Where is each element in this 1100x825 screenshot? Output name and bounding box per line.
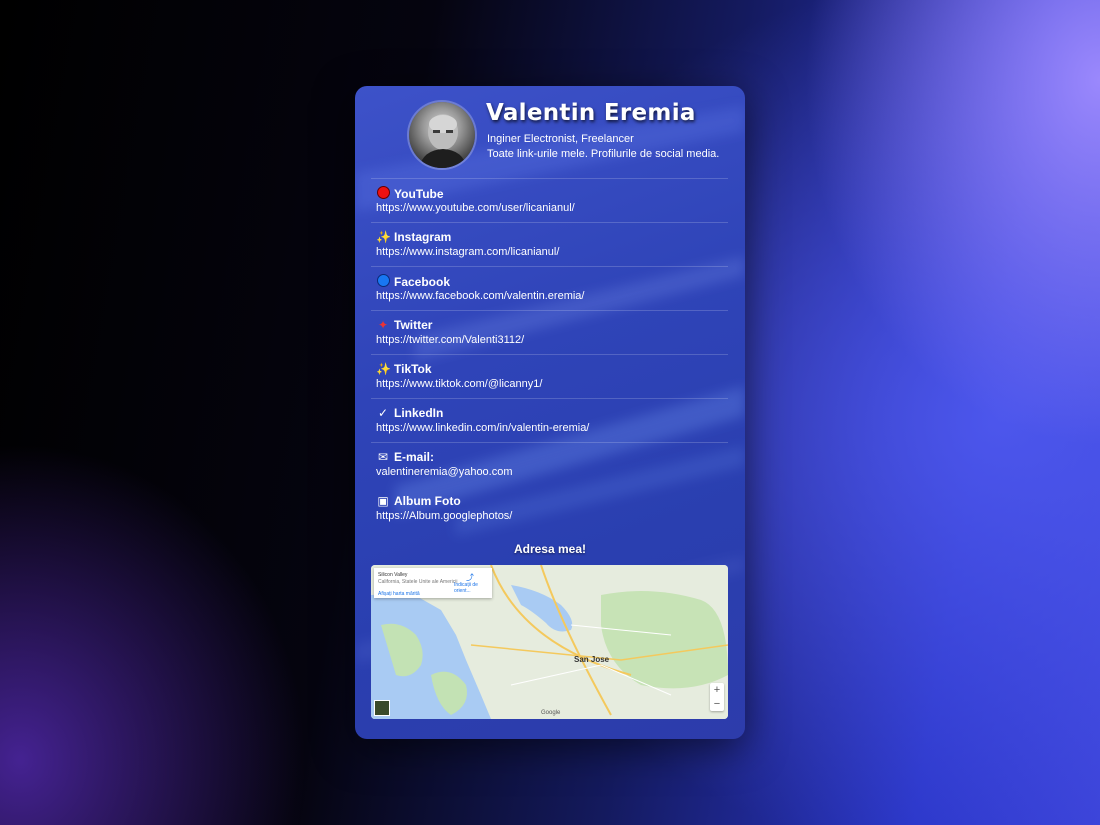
link-url: https://www.linkedin.com/in/valentin-ere… bbox=[376, 422, 590, 434]
link-title: ✉ E-mail: bbox=[377, 450, 435, 464]
link-youtube[interactable]: YouTube https://www.youtube.com/user/lic… bbox=[376, 186, 726, 226]
divider bbox=[371, 266, 728, 267]
sparkles-icon: ✨ bbox=[376, 362, 391, 376]
link-title: ✨ Instagram bbox=[376, 230, 452, 244]
directions-link[interactable]: Indicații de orient... bbox=[454, 582, 492, 594]
directions-icon[interactable]: ⤴ bbox=[466, 572, 474, 583]
red-circle-icon bbox=[376, 186, 390, 201]
divider bbox=[371, 354, 728, 355]
link-linkedin[interactable]: ✓ LinkedIn https://www.linkedin.com/in/va… bbox=[376, 406, 726, 446]
divider bbox=[371, 222, 728, 223]
link-title: ✓ LinkedIn bbox=[377, 406, 444, 420]
address-title: Adresa mea! bbox=[513, 542, 587, 556]
link-url: https://www.facebook.com/valentin.eremia… bbox=[376, 290, 585, 302]
profile-header: Valentin Eremia Inginer Electronist, Fre… bbox=[355, 86, 745, 178]
link-twitter[interactable]: ✦ Twitter https://twitter.com/Valenti3112… bbox=[376, 318, 726, 358]
avatar bbox=[409, 102, 475, 168]
zoom-out-button[interactable]: − bbox=[710, 697, 724, 711]
divider bbox=[371, 178, 728, 179]
divider bbox=[371, 310, 728, 311]
link-facebook[interactable]: Facebook https://www.facebook.com/valent… bbox=[376, 274, 726, 314]
divider bbox=[371, 442, 728, 443]
link-title: ✨ TikTok bbox=[376, 362, 432, 376]
divider bbox=[371, 398, 728, 399]
map-satellite-toggle-icon[interactable] bbox=[374, 700, 390, 716]
link-title: Facebook bbox=[376, 274, 450, 289]
link-title: YouTube bbox=[376, 186, 444, 201]
profile-card: Valentin Eremia Inginer Electronist, Fre… bbox=[355, 86, 745, 739]
sparkles-icon: ✨ bbox=[376, 230, 391, 244]
link-title: ▣ Album Foto bbox=[377, 494, 461, 508]
link-url: https://www.tiktok.com/@licanny1/ bbox=[376, 378, 543, 390]
camera-icon: ▣ bbox=[377, 494, 389, 508]
map-zoom-controls[interactable]: + − bbox=[710, 683, 724, 711]
link-email[interactable]: ✉ E-mail: valentineremia@yahoo.com bbox=[376, 450, 726, 490]
link-url: valentineremia@yahoo.com bbox=[376, 466, 513, 478]
profile-subtitle: Inginer Electronist, Freelancer bbox=[487, 133, 634, 145]
map-attribution: Google bbox=[541, 710, 561, 716]
envelope-icon: ✉ bbox=[377, 450, 389, 464]
map-city-label: San Jose bbox=[574, 655, 610, 664]
larger-map-link[interactable]: Afișați harta mărită bbox=[378, 591, 420, 597]
map-place-name: Silicon Valley bbox=[378, 572, 408, 578]
link-title: ✦ Twitter bbox=[377, 318, 433, 332]
blue-circle-icon bbox=[376, 274, 390, 289]
profile-name: Valentin Eremia bbox=[486, 100, 696, 126]
embedded-map[interactable]: San Jose Silicon Valley California, Stat… bbox=[371, 565, 728, 719]
link-url: https://Album.googlephotos/ bbox=[376, 510, 513, 522]
link-url: https://www.youtube.com/user/licanianul/ bbox=[376, 202, 575, 214]
profile-description: Toate link-urile mele. Profilurile de so… bbox=[487, 148, 720, 160]
map-place-detail: California, Statele Unite ale Americii bbox=[378, 579, 458, 585]
link-url: https://www.instagram.com/licanianul/ bbox=[376, 246, 560, 258]
link-album-foto[interactable]: ▣ Album Foto https://Album.googlephotos/ bbox=[376, 494, 726, 534]
link-url: https://twitter.com/Valenti3112/ bbox=[376, 334, 525, 346]
bird-icon: ✦ bbox=[377, 318, 389, 332]
link-instagram[interactable]: ✨ Instagram https://www.instagram.com/lic… bbox=[376, 230, 726, 270]
check-mark-icon: ✓ bbox=[377, 406, 389, 420]
avatar-photo bbox=[419, 114, 467, 168]
link-tiktok[interactable]: ✨ TikTok https://www.tiktok.com/@licanny1… bbox=[376, 362, 726, 402]
zoom-in-button[interactable]: + bbox=[710, 683, 724, 697]
map-info-box: Silicon Valley California, Statele Unite… bbox=[374, 568, 492, 598]
